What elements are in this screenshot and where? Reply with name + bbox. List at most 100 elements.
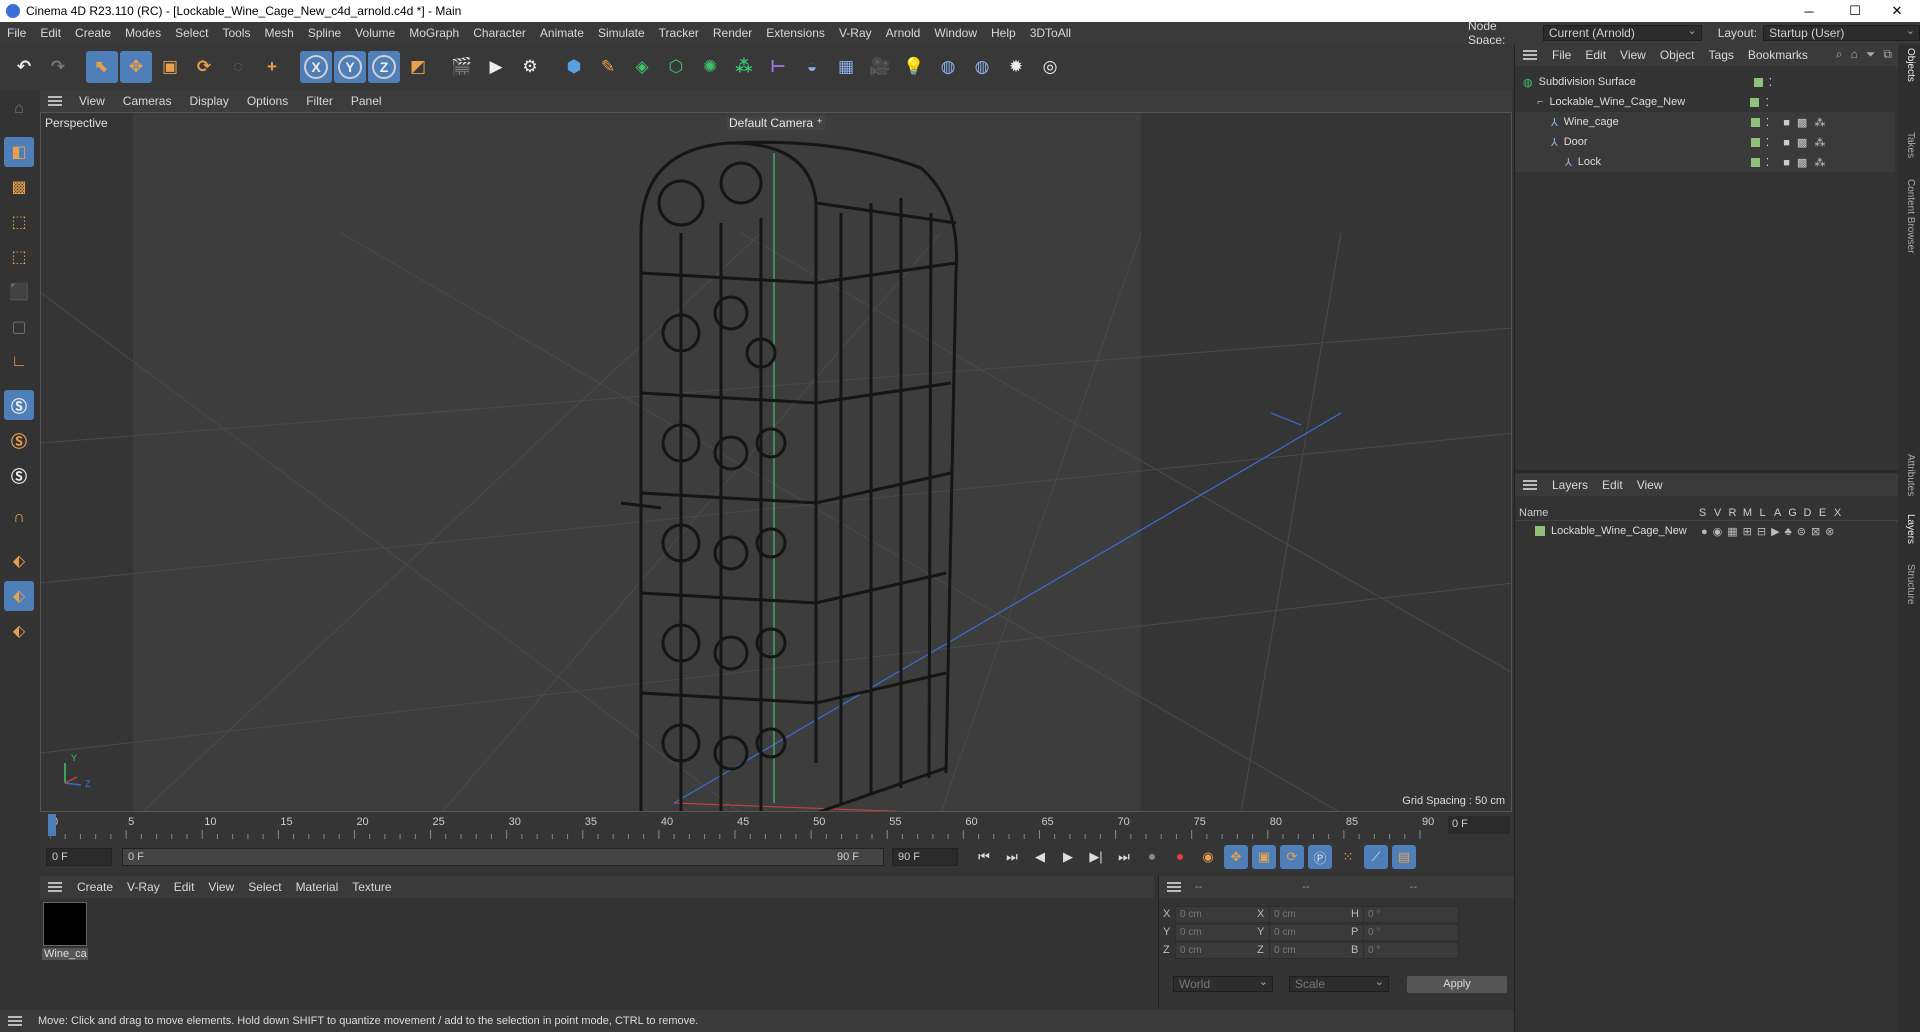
layer-column-l[interactable]: L — [1755, 507, 1770, 519]
object-menu-icon[interactable] — [1523, 50, 1537, 60]
coordinate-space-dropdown[interactable]: World — [1173, 975, 1273, 992]
extrude-generator-icon[interactable]: ⬡ — [660, 51, 692, 83]
layer-flags[interactable]: ●◉▦⊞⊟▶♣⊜⊠⊗ — [1701, 525, 1839, 538]
render-to-picture-viewer-icon[interactable]: ▶ — [480, 51, 512, 83]
rotate-tool-icon[interactable]: ⟳ — [188, 51, 220, 83]
move-tool-icon[interactable]: ✥ — [120, 51, 152, 83]
layer-column-d[interactable]: D — [1800, 507, 1815, 519]
menu-3dtoall[interactable]: 3DToAll — [1023, 26, 1078, 40]
menu-simulate[interactable]: Simulate — [591, 26, 652, 40]
play-icon[interactable]: ▶ — [1056, 845, 1080, 869]
material-menu-v-ray[interactable]: V-Ray — [120, 880, 167, 894]
arnold-globe-icon[interactable]: ◎ — [1034, 51, 1066, 83]
object-row[interactable]: ⌐ Lockable_Wine_Cage_New ⁚ — [1515, 92, 1895, 112]
field-icon[interactable]: ◒ — [796, 51, 828, 83]
make-editable-icon[interactable]: ⌂ — [4, 94, 34, 124]
object-menu-file[interactable]: File — [1545, 48, 1578, 62]
transform-mode-dropdown[interactable]: Scale — [1289, 975, 1389, 992]
layer-column-x[interactable]: X — [1830, 507, 1845, 519]
workplane-icon[interactable]: ⬖ — [4, 546, 34, 576]
menu-volume[interactable]: Volume — [348, 26, 402, 40]
object-row[interactable]: ◍ Subdivision Surface ⁚ — [1515, 72, 1895, 92]
end-frame-field[interactable]: 90 F — [892, 848, 958, 866]
menu-modes[interactable]: Modes — [118, 26, 168, 40]
parameter-key-icon[interactable]: Ⓟ — [1308, 845, 1332, 869]
search-icon[interactable]: ⌕ — [1836, 47, 1843, 62]
subdivision-surface-icon[interactable]: ◈ — [626, 51, 658, 83]
viewport-menu-display[interactable]: Display — [180, 94, 237, 108]
menu-v-ray[interactable]: V-Ray — [832, 26, 879, 40]
autokeying-icon[interactable]: ⏺ — [1168, 845, 1192, 869]
floor-scene-icon[interactable]: ▦ — [830, 51, 862, 83]
material-menu-view[interactable]: View — [201, 880, 241, 894]
material-menu-texture[interactable]: Texture — [345, 880, 398, 894]
material-menu-icon[interactable] — [48, 882, 62, 892]
visibility-dots-icon[interactable]: ⁚ — [1769, 76, 1773, 89]
layer-color-icon[interactable] — [1753, 77, 1763, 87]
layer-color-icon[interactable] — [1750, 137, 1760, 147]
layer-menu-layers[interactable]: Layers — [1545, 478, 1595, 492]
layer-menu-edit[interactable]: Edit — [1595, 478, 1630, 492]
status-menu-icon[interactable] — [8, 1016, 22, 1026]
menu-create[interactable]: Create — [68, 26, 118, 40]
point-level-key-icon[interactable]: ⁙ — [1336, 845, 1360, 869]
layer-row[interactable]: Lockable_Wine_Cage_New ●◉▦⊞⊟▶♣⊜⊠⊗ — [1515, 521, 1899, 541]
position-key-icon[interactable]: ✥ — [1224, 845, 1248, 869]
material-tags-icon[interactable]: ■ ▩ ⁂ — [1783, 156, 1827, 169]
go-to-end-icon[interactable]: ⏭ — [1112, 845, 1136, 869]
snap-icon[interactable]: Ⓢ — [4, 390, 34, 420]
layer-column-e[interactable]: E — [1815, 507, 1830, 519]
layer-menu-view[interactable]: View — [1630, 478, 1670, 492]
visibility-dots-icon[interactable]: ⁚ — [1766, 116, 1770, 129]
home-icon[interactable]: ⌂ — [1851, 47, 1858, 62]
object-menu-bookmarks[interactable]: Bookmarks — [1741, 48, 1815, 62]
menu-mograph[interactable]: MoGraph — [402, 26, 466, 40]
menu-file[interactable]: File — [0, 26, 33, 40]
vray-settings-icon[interactable]: ✹ — [1000, 51, 1032, 83]
menu-tools[interactable]: Tools — [215, 26, 257, 40]
layer-color-icon[interactable] — [1750, 157, 1760, 167]
texture-mode-icon[interactable]: ▩ — [4, 172, 34, 202]
side-tab-takes[interactable]: Takes — [1905, 132, 1916, 158]
scale-tool-icon[interactable]: ▣ — [154, 51, 186, 83]
menu-edit[interactable]: Edit — [33, 26, 68, 40]
side-tab-layers[interactable]: Layers — [1905, 514, 1916, 544]
go-to-start-icon[interactable]: ⏮ — [972, 845, 996, 869]
axis-mode-icon[interactable]: ∟ — [4, 347, 34, 377]
locked-workplane-icon[interactable]: ⬖ — [4, 616, 34, 646]
uv-mode-icon[interactable]: ▢ — [4, 312, 34, 342]
layer-menu-icon[interactable] — [1523, 480, 1537, 490]
material-menu-material[interactable]: Material — [289, 880, 346, 894]
close-button[interactable]: ✕ — [1874, 0, 1920, 22]
frame-range-slider[interactable]: 0 F 90 F — [122, 848, 884, 866]
layer-color-icon[interactable] — [1750, 117, 1760, 127]
material-menu-create[interactable]: Create — [70, 880, 120, 894]
light-icon[interactable]: 💡 — [898, 51, 930, 83]
object-row[interactable]: ⅄ Lock ⁚ ■ ▩ ⁂ — [1515, 152, 1895, 172]
timeline-playhead[interactable] — [48, 814, 56, 836]
visibility-dots-icon[interactable]: ⁚ — [1766, 136, 1770, 149]
visibility-dots-icon[interactable]: ⁚ — [1765, 96, 1769, 109]
keyframe-selection-icon[interactable]: ◉ — [1196, 845, 1220, 869]
minimize-button[interactable]: ─ — [1786, 0, 1832, 22]
coord-value-field[interactable]: 0 ° — [1363, 924, 1459, 941]
motion-system-icon[interactable]: ⟋ — [1364, 845, 1388, 869]
object-menu-edit[interactable]: Edit — [1578, 48, 1613, 62]
deformer-icon[interactable]: ⊢ — [762, 51, 794, 83]
rotation-key-icon[interactable]: ⟳ — [1280, 845, 1304, 869]
undo-icon[interactable]: ↶ — [8, 51, 40, 83]
mograph-cloner-icon[interactable]: ✺ — [694, 51, 726, 83]
menu-character[interactable]: Character — [466, 26, 533, 40]
start-frame-field[interactable]: 0 F — [46, 848, 112, 866]
camera-icon[interactable]: 🎥 — [864, 51, 896, 83]
viewport-menu-cameras[interactable]: Cameras — [114, 94, 181, 108]
python-script-icon[interactable]: ◍ — [932, 51, 964, 83]
coord-value-field[interactable]: 0 ° — [1363, 906, 1459, 923]
cube-primitive-icon[interactable]: ⬢ — [558, 51, 590, 83]
viewport-menu-view[interactable]: View — [70, 94, 114, 108]
side-tab-content-browser[interactable]: Content Browser — [1905, 179, 1916, 253]
new-window-icon[interactable]: ⧉ — [1883, 47, 1892, 62]
apply-button[interactable]: Apply — [1407, 976, 1507, 993]
layout-dropdown[interactable]: Startup (User) — [1763, 24, 1920, 41]
menu-window[interactable]: Window — [927, 26, 984, 40]
